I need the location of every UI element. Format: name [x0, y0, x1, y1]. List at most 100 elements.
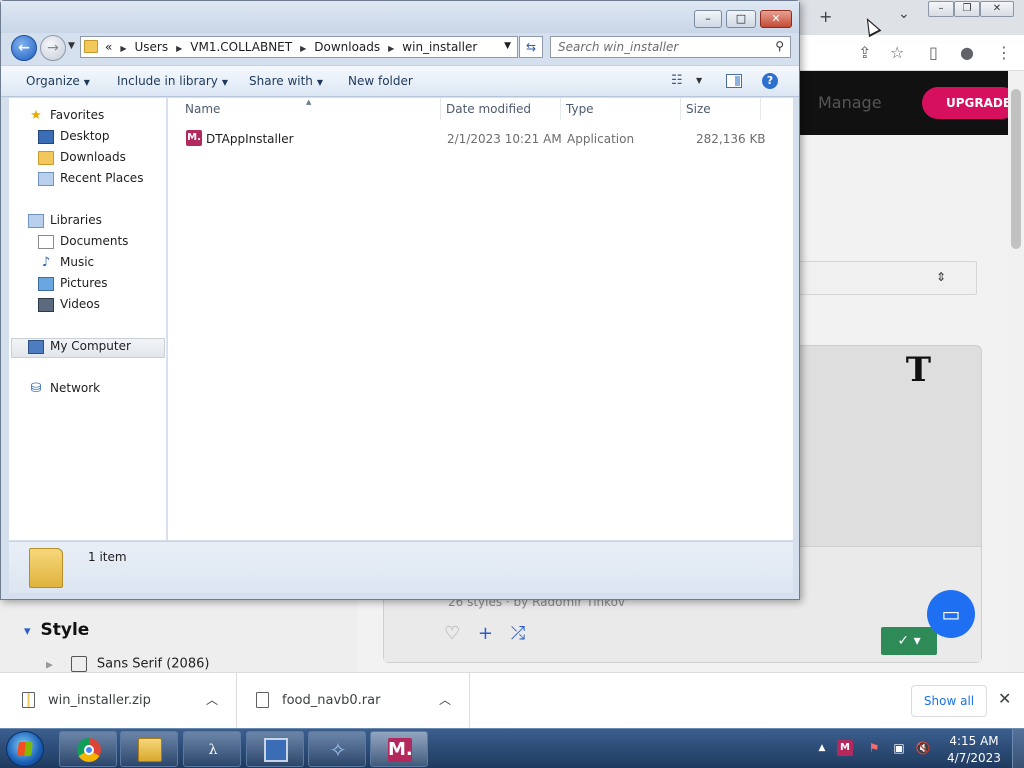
- address-dropdown-icon[interactable]: ▼: [504, 41, 511, 51]
- videos-icon: [38, 297, 54, 312]
- volume-muted-icon[interactable]: 🔇: [915, 740, 931, 756]
- forward-arrow-icon[interactable]: →: [40, 35, 66, 61]
- change-view-icon[interactable]: ☷: [671, 73, 683, 88]
- nav-documents[interactable]: Documents: [38, 234, 128, 254]
- page-scrollbar[interactable]: [1008, 71, 1024, 672]
- start-button[interactable]: [6, 731, 44, 767]
- new-tab-icon[interactable]: +: [819, 7, 832, 26]
- taskbar-windows-explorer[interactable]: [120, 731, 178, 767]
- manage-link[interactable]: Manage: [818, 93, 882, 112]
- chrome-close-icon[interactable]: ✕: [980, 1, 1014, 17]
- maximize-icon[interactable]: □: [726, 10, 756, 28]
- view-dropdown-icon[interactable]: ▼: [696, 76, 702, 85]
- expand-arrow-icon[interactable]: ▶: [46, 661, 53, 671]
- nav-my-computer[interactable]: My Computer: [11, 338, 165, 358]
- upgrade-button[interactable]: UPGRADE: [922, 87, 1018, 119]
- nav-libraries[interactable]: Libraries: [28, 213, 102, 233]
- shuffle-icon[interactable]: ⤮: [511, 623, 525, 644]
- column-header-name[interactable]: Name: [185, 102, 220, 116]
- show-all-button[interactable]: Show all: [911, 685, 987, 717]
- network-tray-icon[interactable]: ▣: [891, 740, 907, 756]
- taskbar-ildasm[interactable]: λ: [183, 731, 241, 767]
- minimize-icon[interactable]: –: [694, 10, 722, 28]
- action-center-icon[interactable]: ⚑: [866, 740, 882, 756]
- back-arrow-icon[interactable]: ←: [11, 35, 37, 61]
- search-icon[interactable]: ⚲: [775, 39, 784, 53]
- windows-logo-icon: [17, 742, 33, 756]
- navigation-pane: ★ Favorites Desktop Downloads Recent Plac…: [9, 98, 167, 540]
- share-with-button[interactable]: Share with ▼: [249, 74, 323, 88]
- select-style-button[interactable]: ✓ ▾: [881, 627, 937, 655]
- taskbar-config-tool[interactable]: [246, 731, 304, 767]
- downloads-folder-icon: [38, 150, 54, 165]
- heart-icon[interactable]: ♡: [444, 623, 460, 644]
- nav-music[interactable]: ♪ Music: [38, 255, 94, 275]
- menu-icon[interactable]: ⋮: [996, 43, 1012, 62]
- file-row[interactable]: M. DTAppInstaller 2/1/2023 10:21 AM Appl…: [180, 128, 780, 150]
- profile-icon[interactable]: ●: [960, 43, 974, 62]
- file-list-pane: ▲ Name Date modified Type Size M. DTAppI…: [168, 98, 793, 540]
- address-bar[interactable]: «▶ Users ▶ VM1.COLLABNET ▶ Downloads ▶ win_inst…: [80, 36, 518, 58]
- style-filter-heading[interactable]: ▾ Style: [24, 620, 89, 640]
- nav-desktop[interactable]: Desktop: [38, 129, 110, 149]
- breadcrumb-vm1-collabnet[interactable]: VM1.COLLABNET: [190, 40, 292, 54]
- pictures-icon: [38, 276, 54, 291]
- download-item[interactable]: food_navb0.rar ︿: [237, 673, 470, 729]
- nav-recent-places[interactable]: Recent Places: [38, 171, 143, 191]
- column-divider[interactable]: [760, 98, 761, 120]
- breadcrumb-overflow[interactable]: «: [105, 40, 112, 54]
- show-hidden-icons-icon[interactable]: ▲: [814, 740, 830, 756]
- share-icon[interactable]: ⇪: [858, 43, 871, 62]
- filter-option-sans-serif[interactable]: ▶ Sans Serif (2086): [46, 656, 209, 672]
- new-folder-button[interactable]: New folder: [348, 74, 413, 88]
- nav-videos[interactable]: Videos: [38, 297, 100, 317]
- column-header-size[interactable]: Size: [686, 102, 711, 116]
- breadcrumb-win-installer[interactable]: win_installer: [402, 40, 477, 54]
- chrome-restore-icon[interactable]: ❐: [954, 1, 980, 17]
- column-header-date-modified[interactable]: Date modified: [446, 102, 531, 116]
- show-desktop-button[interactable]: [1012, 729, 1024, 768]
- close-icon[interactable]: ✕: [998, 689, 1011, 708]
- column-divider[interactable]: [680, 98, 681, 120]
- column-divider[interactable]: [560, 98, 561, 120]
- star-icon[interactable]: ☆: [890, 43, 904, 62]
- nav-downloads[interactable]: Downloads: [38, 150, 126, 170]
- breadcrumb-users[interactable]: Users: [135, 40, 169, 54]
- side-panel-icon[interactable]: ▯: [929, 43, 938, 62]
- music-icon: ♪: [41, 254, 51, 270]
- close-icon[interactable]: ✕: [760, 10, 792, 28]
- download-file-name: win_installer.zip: [48, 693, 151, 708]
- preview-pane-icon[interactable]: [726, 74, 742, 88]
- m-app-tray-icon[interactable]: M: [837, 740, 853, 756]
- taskbar-chrome[interactable]: [59, 731, 117, 767]
- nav-network[interactable]: ⛁ Network: [28, 381, 101, 401]
- explorer-window: – □ ✕ ← → ▼ «▶ Users ▶ VM1.COLLABNET ▶ Downlo…: [0, 0, 800, 600]
- add-icon[interactable]: +: [478, 623, 493, 644]
- refresh-icon[interactable]: ⇆: [519, 36, 543, 58]
- nav-favorites[interactable]: ★ Favorites: [28, 108, 104, 128]
- chevron-up-icon[interactable]: ︿: [206, 691, 218, 708]
- organize-button[interactable]: Organize ▼: [26, 74, 90, 88]
- search-input[interactable]: Search win_installer ⚲: [550, 36, 791, 58]
- chat-icon[interactable]: ▭: [927, 590, 975, 638]
- column-header-type[interactable]: Type: [566, 102, 594, 116]
- nav-pictures[interactable]: Pictures: [38, 276, 108, 296]
- column-divider[interactable]: [440, 98, 441, 120]
- tab-list-icon[interactable]: ⌄: [898, 6, 910, 22]
- include-in-library-button[interactable]: Include in library ▼: [117, 74, 228, 88]
- taskbar-mylio-m[interactable]: M.: [370, 731, 428, 767]
- checkbox[interactable]: [70, 656, 87, 672]
- chevron-up-icon[interactable]: ︿: [439, 691, 451, 708]
- sort-select[interactable]: ⇕: [780, 261, 977, 295]
- help-icon[interactable]: ?: [762, 73, 778, 89]
- chrome-minimize-icon[interactable]: –: [928, 1, 954, 17]
- explorer-title-bar[interactable]: – □ ✕: [1, 1, 799, 33]
- clock-date[interactable]: 4/7/2023: [946, 751, 1002, 765]
- recent-pages-dropdown-icon[interactable]: ▼: [68, 41, 75, 51]
- taskbar-visual-studio-tool[interactable]: ✧: [308, 731, 366, 767]
- clock-time[interactable]: 4:15 AM: [946, 734, 1002, 748]
- download-item[interactable]: win_installer.zip ︿: [0, 673, 237, 729]
- breadcrumb-downloads[interactable]: Downloads: [314, 40, 380, 54]
- scrollbar-thumb[interactable]: [1011, 89, 1021, 249]
- ildasm-icon: λ: [208, 742, 218, 758]
